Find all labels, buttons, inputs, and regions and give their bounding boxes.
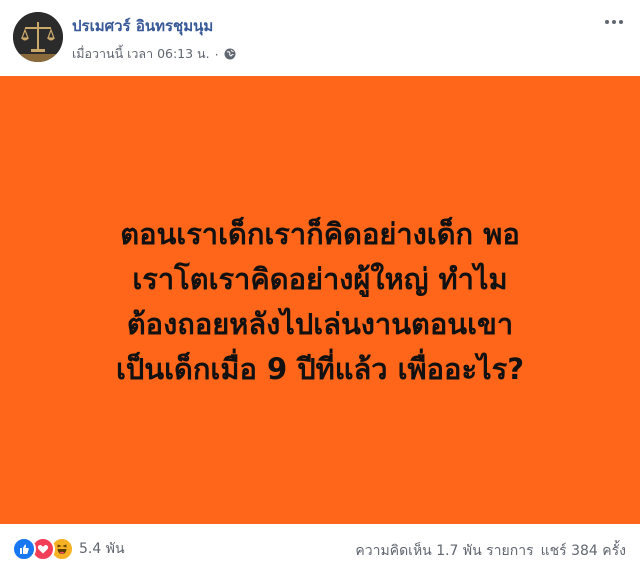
quote-line: ต้องถอยหลังไปเล่นงานตอนเขา: [126, 307, 514, 341]
more-dot: [605, 20, 609, 24]
post-header: ปรเมศวร์ อินทรชุมนุม เมื่อวานนี้ เวลา 06…: [0, 0, 640, 76]
image-quote-text: ตอนเราเด็กเราก็คิดอย่างเด็ก พอ เราโตเราค…: [30, 212, 610, 392]
globe-icon[interactable]: [224, 48, 236, 60]
scales-of-justice-image: [13, 12, 63, 62]
post-meta: เมื่อวานนี้ เวลา 06:13 น. ·: [72, 44, 236, 64]
reactions-summary[interactable]: 5.4 พัน: [12, 537, 125, 561]
quote-line: เราโตเราคิดอย่างผู้ใหญ่ ทำไม: [132, 262, 508, 296]
facebook-post: ปรเมศวร์ อินทรชุมนุม เมื่อวานนี้ เวลา 06…: [0, 0, 640, 572]
reaction-count: 5.4 พัน: [79, 541, 125, 557]
stats-gap: [534, 540, 541, 562]
more-dot: [612, 20, 616, 24]
post-footer: 5.4 พัน ความคิดเห็น 1.7 พัน รายการ แชร์ …: [0, 524, 640, 572]
engagement-stats: ความคิดเห็น 1.7 พัน รายการ แชร์ 384 ครั้…: [355, 540, 626, 562]
author-name[interactable]: ปรเมศวร์ อินทรชุมนุม: [72, 14, 213, 38]
more-dot: [619, 20, 623, 24]
comments-count-link[interactable]: ความคิดเห็น 1.7 พัน รายการ: [355, 540, 533, 562]
quote-line: ตอนเราเด็กเราก็คิดอย่างเด็ก พอ: [120, 217, 520, 251]
author-avatar[interactable]: [13, 12, 63, 62]
meta-separator: ·: [214, 46, 219, 62]
quote-line: เป็นเด็กเมื่อ 9 ปีที่แล้ว เพื่ออะไร?: [115, 352, 525, 386]
post-image[interactable]: ตอนเราเด็กเราก็คิดอย่างเด็ก พอ เราโตเราค…: [0, 76, 640, 524]
post-timestamp[interactable]: เมื่อวานนี้ เวลา 06:13 น.: [72, 44, 210, 64]
more-options-icon[interactable]: [600, 12, 628, 32]
shares-count-link[interactable]: แชร์ 384 ครั้ง: [541, 540, 626, 562]
like-icon: [12, 537, 36, 561]
